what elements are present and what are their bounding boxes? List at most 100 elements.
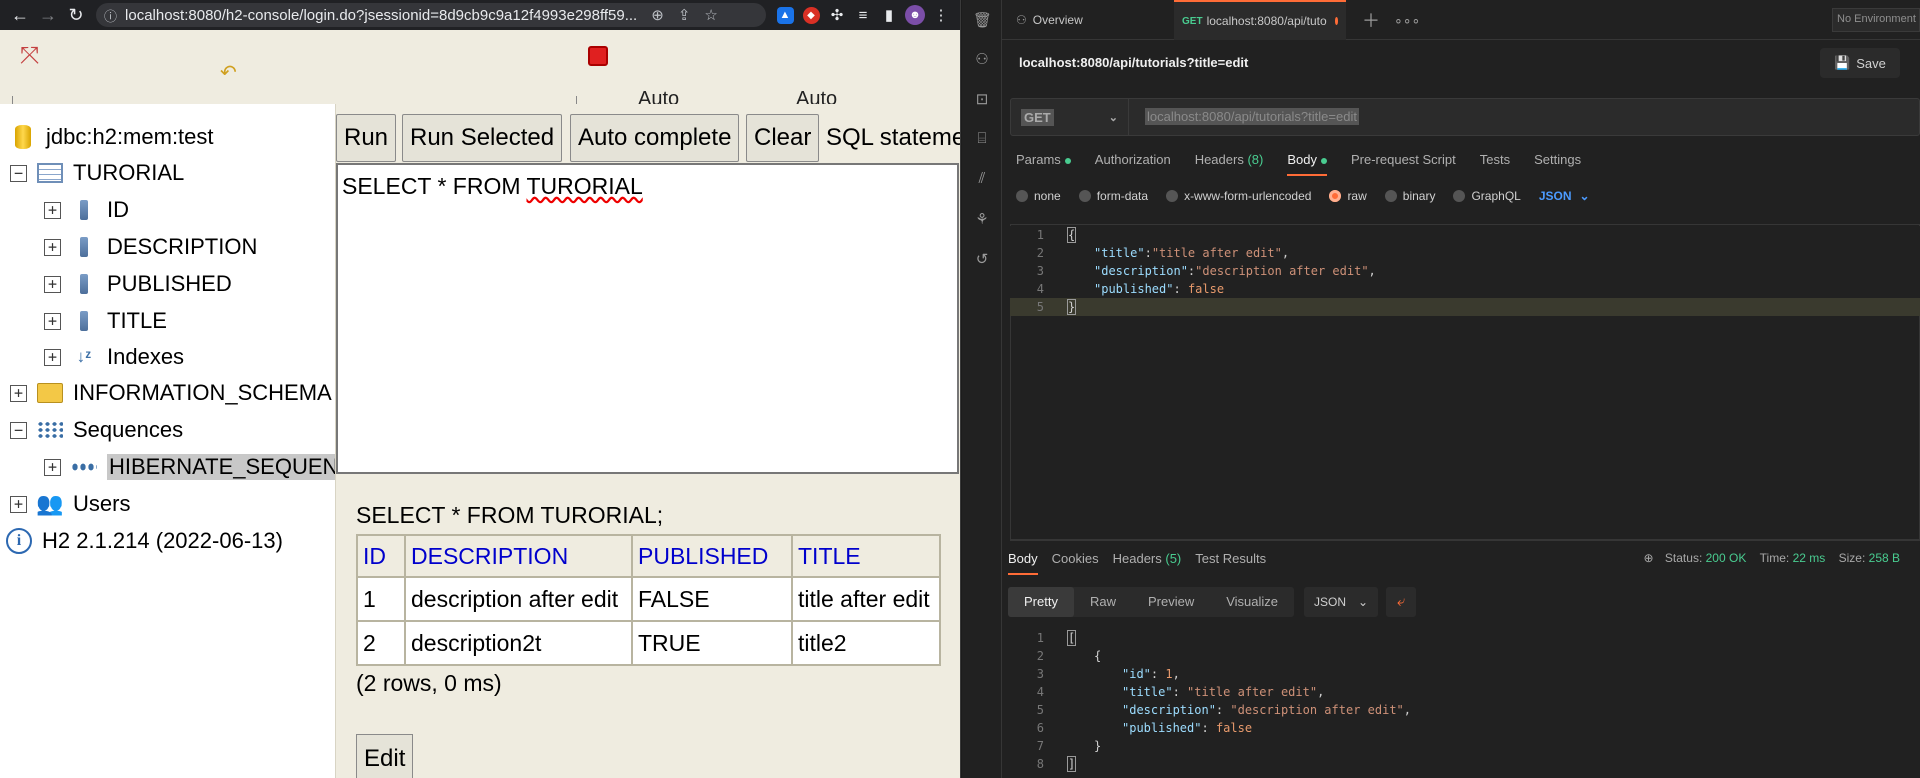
column-header[interactable]: DESCRIPTION [404,534,633,578]
share-icon[interactable]: ⇪ [678,6,691,24]
tab-response-body[interactable]: Body [1008,551,1038,575]
option-label: binary [1402,189,1436,203]
method-label: GET [1021,108,1054,126]
extension-shield-icon[interactable]: ◆ [798,2,824,28]
radio-raw[interactable]: raw [1329,189,1367,203]
tree-connection[interactable]: jdbc:h2:mem:test [10,122,214,152]
pane-divider[interactable] [1010,540,1920,541]
column-header[interactable]: ID [356,534,406,578]
collapse-icon[interactable]: − [10,421,27,439]
profile-avatar[interactable]: ☻ [902,2,928,28]
view-raw[interactable]: Raw [1074,587,1132,617]
monitors-icon[interactable]: ⫽ [973,170,991,188]
expand-icon[interactable]: + [44,201,61,219]
trash-icon[interactable]: 🗑 [973,11,992,29]
tab-settings[interactable]: Settings [1534,152,1581,176]
expand-icon[interactable]: + [10,384,27,402]
environment-selector[interactable]: No Environment [1832,8,1920,32]
tab-prerequest[interactable]: Pre-request Script [1351,152,1456,176]
save-button[interactable]: 💾 Save [1820,48,1900,78]
radio-none[interactable]: none [1016,189,1061,203]
url-input[interactable]: localhost:8080/api/tutorials?title=edit [1145,108,1359,125]
more-tabs-icon[interactable]: ∘∘∘ [1386,0,1428,40]
view-visualize[interactable]: Visualize [1210,587,1294,617]
tree-indexes[interactable]: + ↓ᶻ Indexes [44,342,184,372]
sql-editor[interactable]: SELECT * FROM TURORIAL [336,163,959,474]
tree-column[interactable]: + TITLE [44,306,167,336]
view-pretty[interactable]: Pretty [1008,587,1074,617]
request-body-editor[interactable]: 1{ 2 "title":"title after edit", 3 "descri… [1010,226,1920,316]
extension-blue-icon[interactable]: ▲ [772,2,798,28]
response-format-select[interactable]: JSON ⌄ [1304,587,1379,617]
site-info-icon[interactable]: ⓘ [104,6,117,25]
tab-params[interactable]: Params [1016,152,1071,176]
rollback-icon[interactable]: ↶ [220,60,237,85]
status-value[interactable]: 200 OK [1706,551,1747,565]
menu-kebab-icon[interactable]: ⋮ [928,2,954,28]
tree-column[interactable]: + ID [44,195,129,225]
run-selected-button[interactable]: Run Selected [402,114,563,162]
column-header[interactable]: TITLE [791,534,941,578]
tree-sequence-item[interactable]: + HIBERNATE_SEQUENCE [44,452,335,482]
tree-information-schema[interactable]: + INFORMATION_SCHEMA [10,378,332,408]
apis-icon[interactable]: ⊡ [973,90,991,108]
auto-complete-button[interactable]: Auto complete [570,114,740,162]
radio-urlencoded[interactable]: x-www-form-urlencoded [1166,189,1311,203]
tab-request[interactable]: GET localhost:8080/api/tuto [1174,0,1346,40]
expand-icon[interactable]: + [44,458,61,476]
tab-authorization[interactable]: Authorization [1095,152,1171,176]
edit-button[interactable]: Edit [356,734,414,778]
reload-icon[interactable]: ↻ [62,2,90,28]
expand-icon[interactable]: + [10,495,27,513]
tab-headers[interactable]: Headers (8) [1195,152,1264,176]
body-format-select[interactable]: JSON ⌄ [1539,189,1590,203]
expand-icon[interactable]: + [44,348,61,366]
flows-icon[interactable]: ⚘ [973,210,991,228]
tab-response-headers[interactable]: Headers (5) [1113,551,1182,575]
tree-column[interactable]: + PUBLISHED [44,269,232,299]
tab-overview[interactable]: ⚇ Overview [1008,0,1168,40]
tab-tests[interactable]: Tests [1480,152,1510,176]
expand-icon[interactable]: + [44,312,61,330]
refresh-tree-icon[interactable]: ⤧ [20,42,39,70]
run-button[interactable]: Run [336,114,397,162]
brace: } [1094,739,1102,753]
column-header[interactable]: PUBLISHED [631,534,793,578]
history-icon[interactable]: ↺ [973,250,991,268]
side-panel-icon[interactable]: ▮ [876,2,902,28]
option-label: JSON [1538,189,1572,203]
collections-icon[interactable]: ⚇ [973,50,991,68]
collapse-icon[interactable]: − [10,164,27,182]
tab-test-results[interactable]: Test Results [1195,551,1266,575]
tab-body[interactable]: Body [1287,152,1327,176]
zoom-icon[interactable]: ⊕ [651,6,664,24]
clear-button[interactable]: Clear [746,114,820,162]
expand-icon[interactable]: + [44,238,61,256]
address-bar[interactable]: ⓘ localhost:8080/h2-console/login.do?jse… [96,3,766,27]
new-tab-icon[interactable]: ＋ [1354,0,1388,40]
tree-sequences[interactable]: − Sequences [10,415,183,445]
column-label: PUBLISHED [107,271,232,296]
environments-icon[interactable]: ⌸ [973,130,991,148]
media-queue-icon[interactable]: ≡ [850,2,876,28]
forward-icon[interactable]: → [34,2,62,28]
json-key: "description" [1122,703,1216,717]
radio-form-data[interactable]: form-data [1078,189,1148,203]
stop-icon[interactable] [588,46,608,66]
radio-graphql[interactable]: GraphQL [1453,189,1521,203]
wrap-lines-icon[interactable]: ⤶ [1386,587,1417,617]
expand-icon[interactable]: + [44,275,61,293]
view-preview[interactable]: Preview [1132,587,1210,617]
code-line: 7} [1010,737,1920,755]
back-icon[interactable]: ← [6,2,34,28]
radio-binary[interactable]: binary [1384,189,1436,203]
tree-users[interactable]: + 👥 Users [10,489,130,519]
method-select[interactable]: GET ⌄ [1011,99,1129,135]
bookmark-star-icon[interactable]: ☆ [704,6,717,24]
size-value[interactable]: 258 B [1869,551,1900,565]
tree-column[interactable]: + DESCRIPTION [44,232,257,262]
time-value[interactable]: 22 ms [1793,551,1826,565]
tab-cookies[interactable]: Cookies [1052,551,1099,575]
tree-table[interactable]: − TURORIAL [10,158,184,188]
extensions-puzzle-icon[interactable]: ✣ [824,2,850,28]
